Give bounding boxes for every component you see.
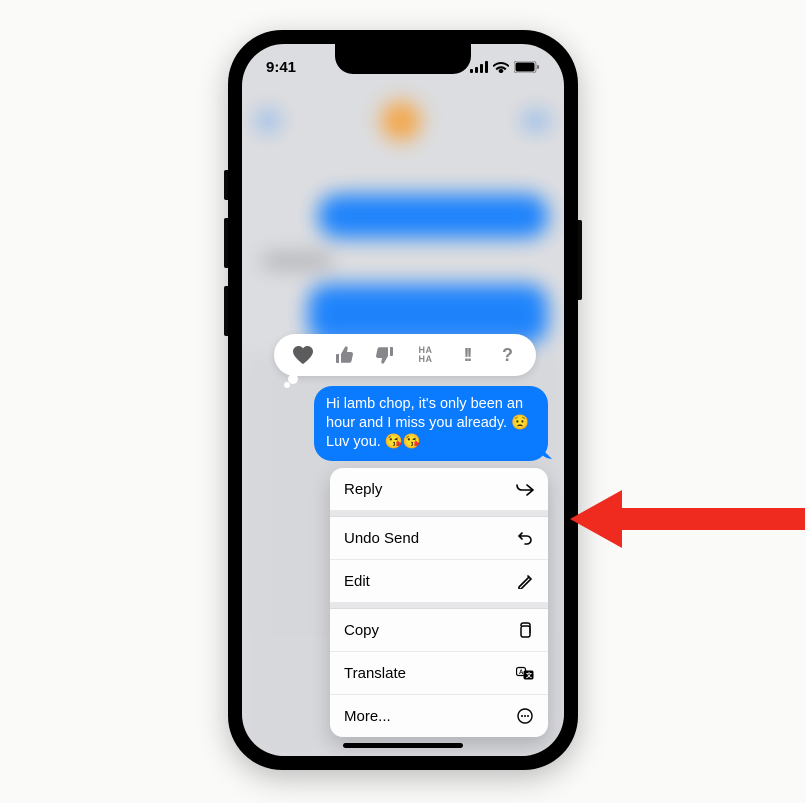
- power-button: [578, 220, 582, 300]
- screen: 9:41: [242, 44, 564, 756]
- menu-item-undo-send[interactable]: Undo Send: [330, 517, 548, 560]
- annotation-arrow: [570, 484, 805, 559]
- menu-item-more[interactable]: More...: [330, 695, 548, 737]
- menu-label: Undo Send: [344, 530, 419, 547]
- menu-label: Translate: [344, 665, 406, 682]
- selected-message-bubble[interactable]: Hi lamb chop, it's only been an hour and…: [314, 386, 548, 461]
- iphone-frame: 9:41: [228, 30, 578, 770]
- tapback-thumbs-up[interactable]: [329, 340, 359, 370]
- home-indicator[interactable]: [343, 743, 463, 748]
- menu-label: Copy: [344, 622, 379, 639]
- translate-icon: A文: [516, 664, 534, 682]
- tapback-question[interactable]: ?: [493, 340, 523, 370]
- tapback-exclaim[interactable]: !!: [452, 340, 482, 370]
- tapback-haha[interactable]: HA HA: [411, 340, 441, 370]
- menu-item-translate[interactable]: Translate A文: [330, 652, 548, 695]
- menu-item-reply[interactable]: Reply: [330, 468, 548, 511]
- notch: [335, 44, 471, 74]
- svg-text:A: A: [519, 670, 524, 676]
- volume-buttons: [224, 170, 228, 354]
- menu-item-copy[interactable]: Copy: [330, 609, 548, 652]
- status-time: 9:41: [266, 59, 296, 76]
- wifi-icon: [493, 61, 509, 73]
- ellipsis-circle-icon: [516, 707, 534, 725]
- battery-icon: [514, 61, 540, 73]
- menu-label: Reply: [344, 481, 382, 498]
- message-context-menu: Reply Undo Send Edit: [330, 468, 548, 737]
- tapback-thumbs-down[interactable]: [370, 340, 400, 370]
- svg-text:文: 文: [525, 672, 533, 680]
- menu-label: More...: [344, 708, 391, 725]
- tapback-heart[interactable]: [288, 340, 318, 370]
- undo-icon: [516, 529, 534, 547]
- status-right: [470, 61, 540, 73]
- cellular-icon: [470, 61, 488, 73]
- message-text: Hi lamb chop, it's only been an hour and…: [326, 396, 529, 450]
- pencil-icon: [516, 572, 534, 590]
- menu-label: Edit: [344, 573, 370, 590]
- tapback-bar: HA HA !! ?: [274, 334, 536, 376]
- menu-item-edit[interactable]: Edit: [330, 560, 548, 603]
- reply-arrow-icon: [516, 480, 534, 498]
- copy-icon: [516, 621, 534, 639]
